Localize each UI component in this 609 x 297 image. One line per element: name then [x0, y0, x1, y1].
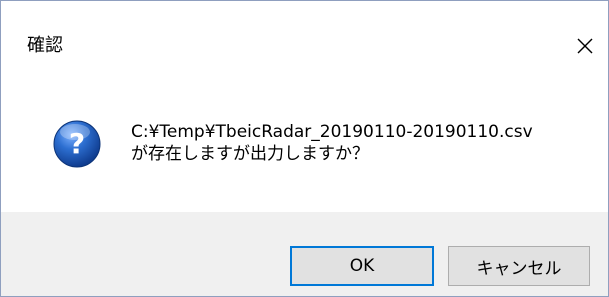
question-icon: ?: [53, 120, 101, 168]
confirm-dialog: 確認 ? C:¥Temp¥TbeicRadar_20190110-2019011…: [0, 0, 609, 297]
close-icon: [577, 38, 593, 54]
dialog-content: ? C:¥Temp¥TbeicRadar_20190110-20190110.c…: [1, 89, 608, 212]
svg-text:?: ?: [69, 127, 85, 160]
dialog-title: 確認: [27, 35, 63, 56]
button-bar: OK キャンセル: [1, 212, 608, 296]
cancel-button[interactable]: キャンセル: [448, 246, 590, 286]
close-button[interactable]: [562, 23, 608, 69]
title-bar: 確認: [1, 1, 608, 89]
message-text: C:¥Temp¥TbeicRadar_20190110-20190110.csv…: [131, 121, 533, 165]
message-line-2: が存在しますが出力しますか？: [131, 144, 369, 164]
message-line-1: C:¥Temp¥TbeicRadar_20190110-20190110.csv: [131, 122, 533, 142]
ok-button[interactable]: OK: [290, 246, 434, 286]
